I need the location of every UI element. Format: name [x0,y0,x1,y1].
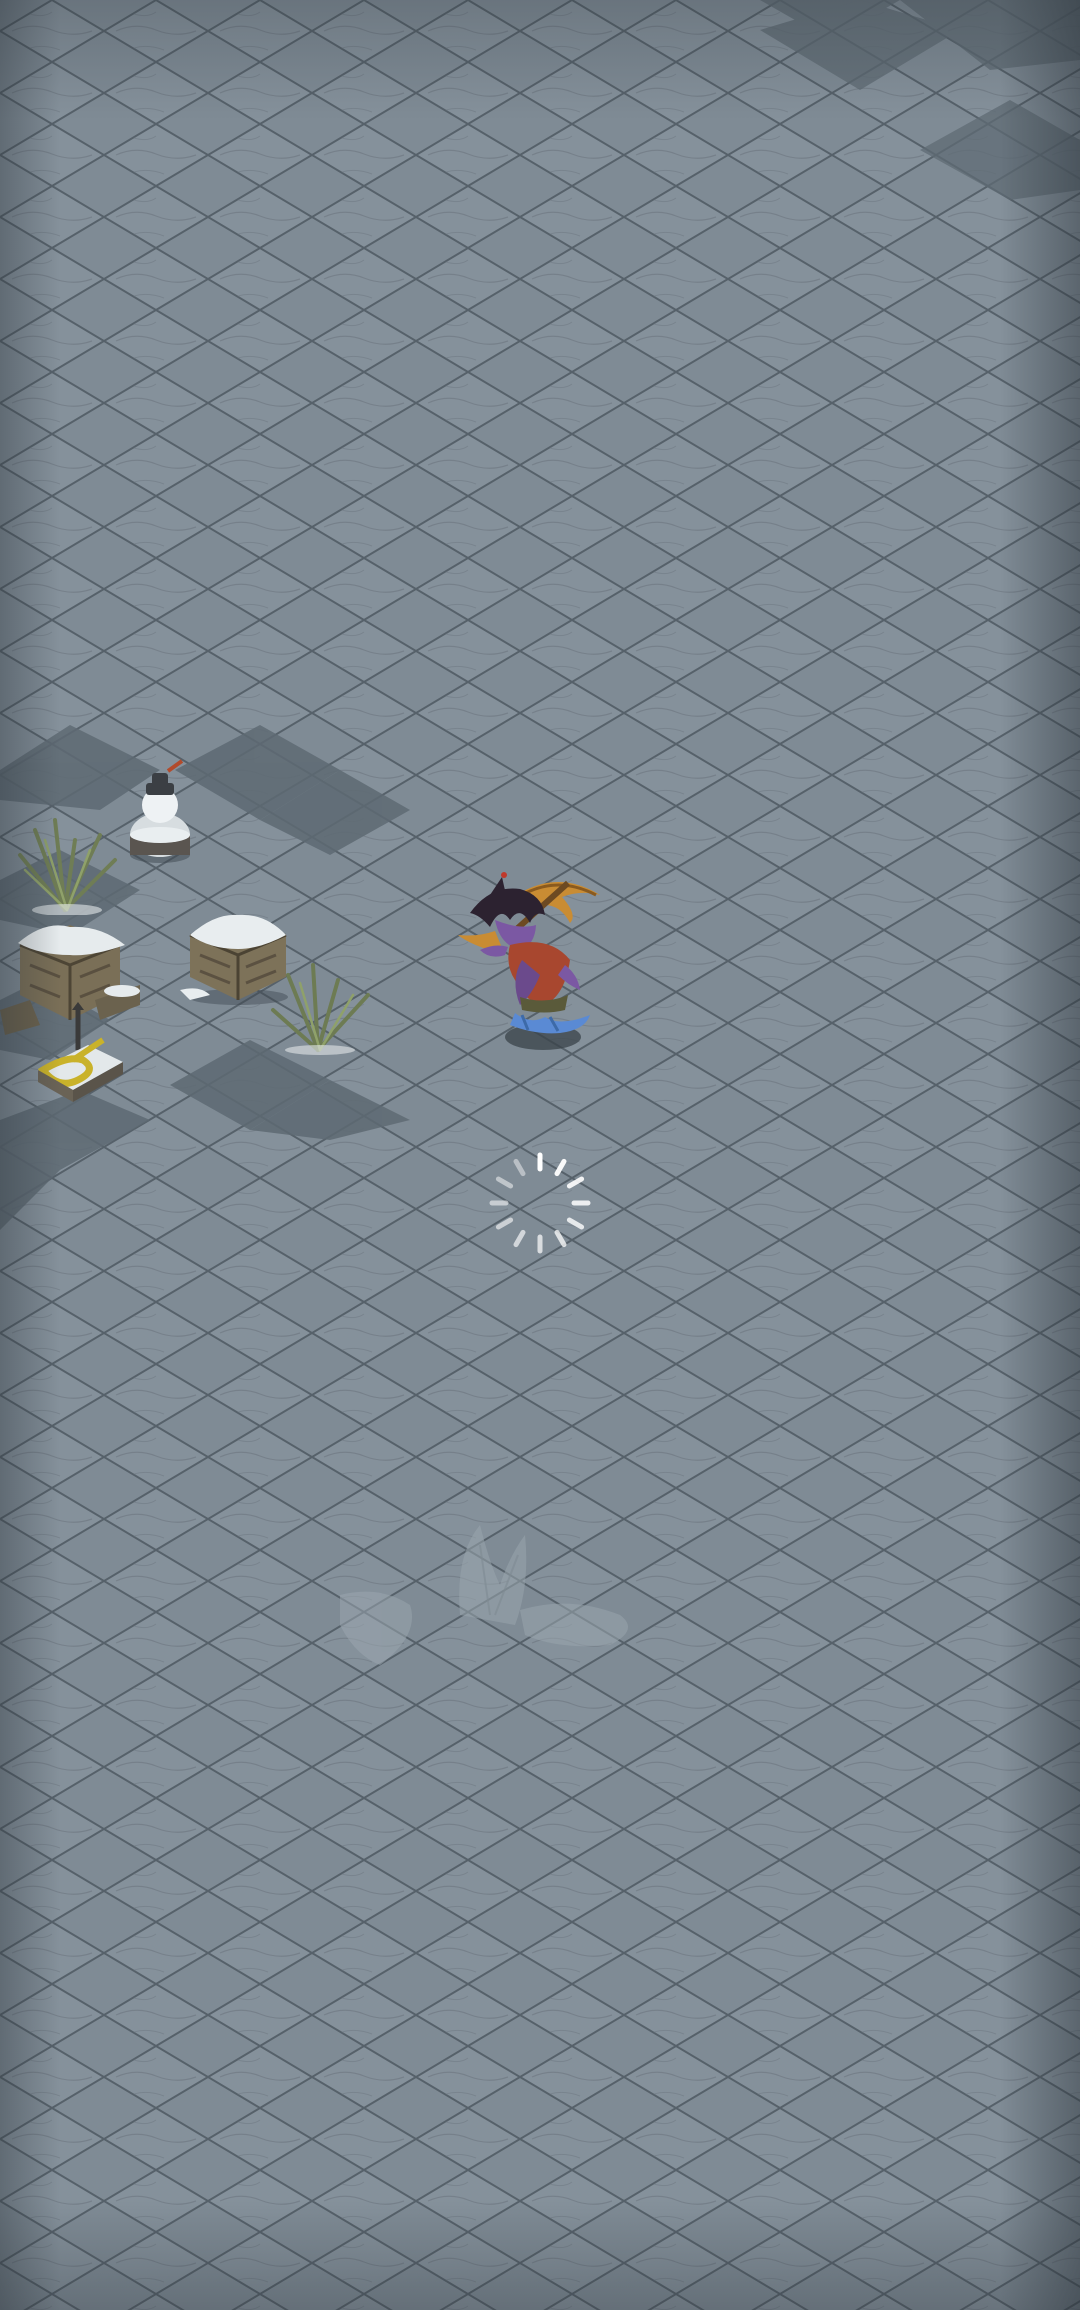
loading-spinner-icon [489,1152,591,1254]
lever-icon[interactable] [28,1000,128,1105]
grass-tuft-icon [18,818,117,915]
game-viewport[interactable] [0,0,1080,2310]
snowman-icon[interactable] [120,755,200,865]
hero-character-icon[interactable] [450,865,610,1055]
grass-tuft-icon-2 [271,963,370,1055]
ghost-bush-icon [340,1525,628,1665]
